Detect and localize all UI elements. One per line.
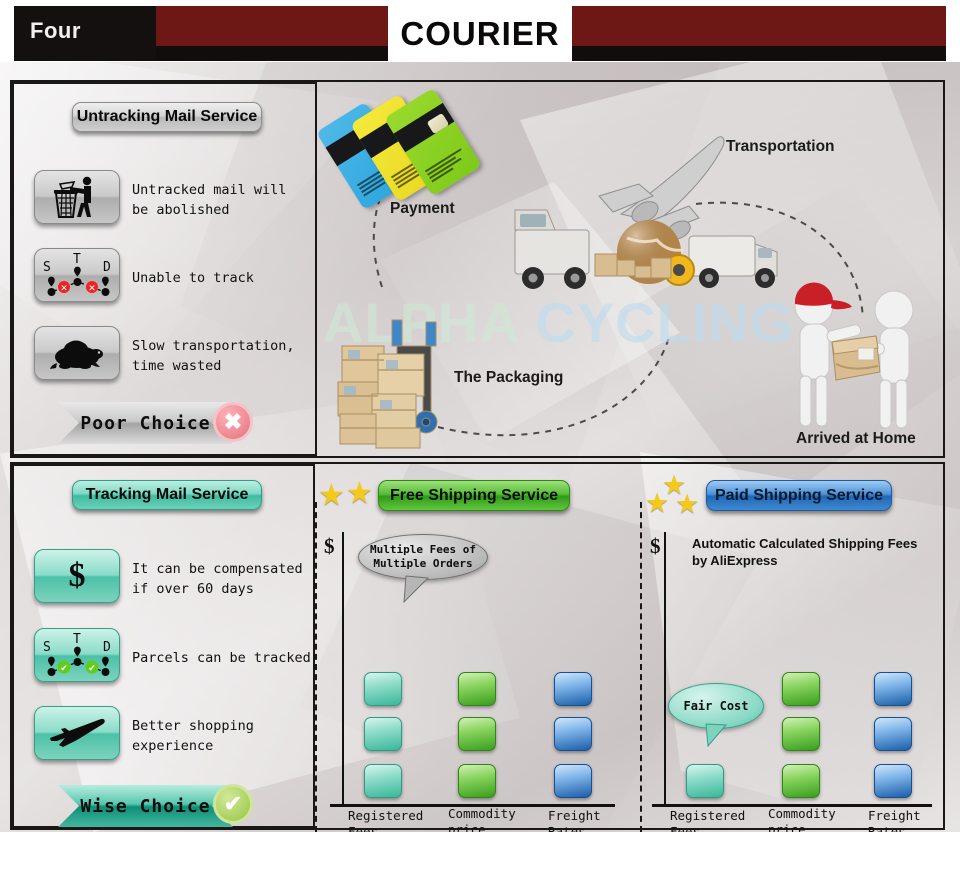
- cardboard-boxes-icon: [334, 310, 474, 450]
- svg-text:T: T: [73, 252, 81, 267]
- untracking-feature-2-label: Unable to track: [132, 270, 254, 286]
- free-column-label-commodity: Commodity price: [448, 806, 516, 832]
- trash-mail-icon: [54, 176, 92, 218]
- turtle-icon-tile: [34, 326, 120, 380]
- svg-text:D: D: [103, 640, 111, 655]
- dollar-sign-icon-tile: $: [34, 549, 120, 603]
- wise-choice-badge-icon: ✔: [213, 784, 253, 824]
- route-blocked-icon-tile: S T D ✕ ✕: [34, 248, 120, 302]
- coin-stack-icon: [364, 672, 402, 706]
- star-icon: ★: [318, 479, 345, 512]
- route-blocked-icon: S T D ✕ ✕: [43, 252, 111, 296]
- svg-text:D: D: [103, 260, 111, 275]
- paid-shipping-note: Automatic Calculated Shipping Fees by Al…: [692, 536, 918, 568]
- untracking-feature-1-label: Untracked mail will be abolished: [132, 182, 287, 218]
- poster-body: Untracking Mail Service Untracked mail w…: [0, 62, 960, 832]
- coin-stack-icon: [554, 764, 592, 798]
- callout-tail-icon: [705, 723, 728, 748]
- star-icon: ★: [645, 488, 670, 518]
- paid-column-label-registered: Registered Fees: [670, 808, 746, 832]
- coin-stack-icon: [554, 717, 592, 751]
- header-shadow-left: [156, 46, 388, 61]
- paid-y-axis: [664, 532, 666, 807]
- step-label-packaging: The Packaging: [454, 369, 564, 386]
- svg-text:✔: ✔: [60, 664, 68, 674]
- trash-mail-icon-tile: [34, 170, 120, 224]
- route-tracked-icon-tile: S T D ✔ ✔: [34, 628, 120, 682]
- delivery-handoff-icon: [780, 272, 930, 442]
- coin-stack-icon: [874, 672, 912, 706]
- paid-shipping-title-button[interactable]: Paid Shipping Service: [706, 480, 892, 511]
- svg-text:S: S: [43, 640, 51, 655]
- free-axis-currency-symbol: $: [324, 534, 335, 558]
- step-label-payment: Payment: [390, 200, 455, 217]
- free-y-axis: [342, 532, 344, 807]
- coin-stack-icon: [364, 764, 402, 798]
- coin-stack-icon: [554, 672, 592, 706]
- free-shipping-title-button[interactable]: Free Shipping Service: [378, 480, 570, 511]
- poor-choice-ribbon[interactable]: Poor Choice: [58, 402, 233, 444]
- untracking-feature-3-label: Slow transportation, time wasted: [132, 338, 295, 374]
- star-icon: ★: [346, 477, 373, 510]
- dollar-sign-icon: $: [68, 557, 86, 594]
- coin-stack-icon: [874, 717, 912, 751]
- coin-stack-icon: [874, 764, 912, 798]
- coin-stack-icon: [364, 717, 402, 751]
- coin-stack-icon: [782, 764, 820, 798]
- poor-choice-badge-icon: ✖: [213, 402, 253, 442]
- coin-stack-icon: [458, 717, 496, 751]
- svg-text:✕: ✕: [60, 284, 68, 294]
- svg-text:S: S: [43, 260, 51, 275]
- section-number-label: Four: [30, 18, 81, 43]
- header-red-block-left: [156, 6, 388, 46]
- coin-stack-icon: [686, 764, 724, 798]
- paid-axis-currency-symbol: $: [650, 534, 661, 558]
- callout-tail-icon: [403, 575, 430, 604]
- coin-stack-icon: [782, 717, 820, 751]
- free-column-label-registered: Registered Fees: [348, 808, 424, 832]
- step-label-arrived: Arrived at Home: [796, 430, 916, 447]
- untracking-title-button[interactable]: Untracking Mail Service: [72, 102, 262, 132]
- paid-column-label-freight: Freight Rates: [868, 808, 921, 832]
- airplane-icon-tile: [34, 706, 120, 760]
- header-shadow-right: [572, 46, 946, 61]
- step-label-transportation: Transportation: [726, 138, 835, 155]
- coin-stack-icon: [458, 672, 496, 706]
- header-red-block-right: [572, 6, 946, 46]
- wise-choice-ribbon[interactable]: Wise Choice: [58, 785, 233, 827]
- column-divider-left: [315, 502, 317, 832]
- svg-text:T: T: [73, 632, 81, 647]
- tracking-title-button[interactable]: Tracking Mail Service: [72, 480, 262, 510]
- coin-stack-icon: [458, 764, 496, 798]
- tracking-feature-1-label: It can be compensated if over 60 days: [132, 561, 303, 597]
- paid-column-label-commodity: Commodity price: [768, 806, 836, 832]
- shipping-process-diagram: ALPHA CYCLING Payment Transportation The…: [316, 82, 943, 456]
- airplane-icon: [50, 718, 105, 747]
- turtle-icon: [50, 340, 103, 369]
- tracking-feature-2-label: Parcels can be tracked: [132, 650, 311, 666]
- star-icon: ★: [675, 489, 700, 519]
- svg-text:✕: ✕: [88, 284, 96, 294]
- tracking-feature-3-label: Better shopping experience: [132, 718, 254, 754]
- credit-cards-icon: [316, 87, 522, 211]
- page-title: COURIER: [400, 15, 560, 52]
- svg-text:✔: ✔: [88, 664, 96, 674]
- page-header: Four COURIER: [0, 0, 960, 62]
- column-divider-right: [640, 502, 642, 832]
- free-column-label-freight: Freight Rates: [548, 808, 601, 832]
- route-tracked-icon: S T D ✔ ✔: [43, 632, 111, 676]
- coin-stack-icon: [782, 672, 820, 706]
